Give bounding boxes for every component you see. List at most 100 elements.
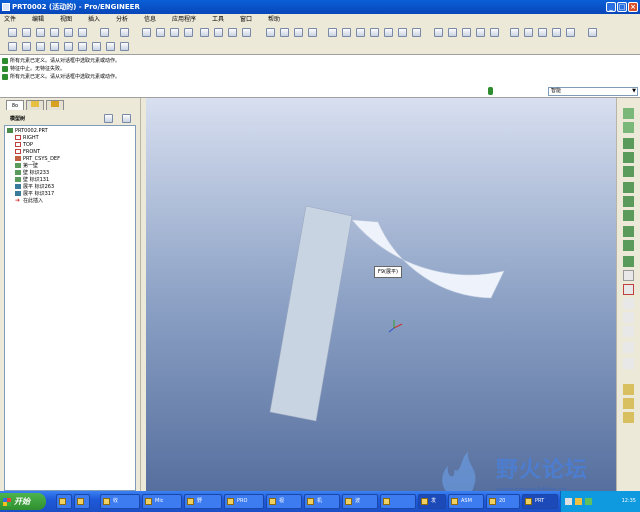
copy-icon[interactable] [156, 28, 165, 37]
view-manager-icon[interactable] [412, 28, 421, 37]
minimize-button[interactable]: _ [606, 2, 616, 12]
quicklaunch-ie[interactable] [56, 494, 72, 509]
extrude-wall-icon[interactable] [50, 42, 59, 51]
sheetmetal-wall-icon[interactable] [8, 42, 17, 51]
paste-icon[interactable] [170, 28, 179, 37]
shading-icon[interactable] [308, 28, 317, 37]
tab-favorites[interactable] [46, 100, 64, 110]
print-icon[interactable] [50, 28, 59, 37]
flat-wall-icon[interactable] [22, 42, 31, 51]
mirror-tool-icon[interactable] [623, 412, 634, 423]
flange-wall-icon[interactable] [36, 42, 45, 51]
hidden-line-icon[interactable] [448, 28, 457, 37]
rip-tool-icon[interactable] [623, 226, 634, 237]
cut-icon[interactable] [142, 28, 151, 37]
context-help-icon[interactable] [588, 28, 597, 37]
csys-tool-icon[interactable] [623, 326, 634, 337]
tree-item-wall-233[interactable]: 壁 标识233 [15, 170, 49, 177]
tree-item-unbend-263[interactable]: 展平 标识263 [15, 184, 54, 191]
datum-axes-icon[interactable] [524, 28, 533, 37]
refit-icon[interactable] [356, 28, 365, 37]
start-button[interactable]: 开始 [0, 493, 46, 510]
select-box-icon[interactable] [242, 28, 251, 37]
tab-folder-browser[interactable] [26, 100, 44, 110]
datum-plane-sketch-icon[interactable] [623, 284, 634, 295]
taskbar-item[interactable] [380, 494, 416, 509]
tray-icon[interactable] [575, 498, 582, 505]
taskbar-item-active[interactable]: PRT [522, 494, 558, 509]
shaded-icon[interactable] [476, 28, 485, 37]
tree-item-csys[interactable]: PRT_CSYS_DEF [15, 156, 60, 163]
menu-tools[interactable]: 工具 [212, 14, 224, 26]
selection-filter[interactable]: 智能 ▼ [548, 87, 638, 96]
tree-item-top[interactable]: TOP [15, 142, 33, 149]
unbend-tool-icon[interactable] [623, 196, 634, 207]
analysis-tool-icon[interactable] [623, 342, 634, 353]
taskbar-item[interactable]: 机 [304, 494, 340, 509]
maximize-button[interactable]: □ [617, 2, 627, 12]
menu-edit[interactable]: 编辑 [32, 14, 44, 26]
menu-insert[interactable]: 插入 [88, 14, 100, 26]
bend-back-tool-icon[interactable] [623, 210, 634, 221]
tray-icon[interactable] [565, 498, 572, 505]
paste-special-icon[interactable] [184, 28, 193, 37]
taskbar-item[interactable]: 视 [266, 494, 302, 509]
convert-icon[interactable] [120, 42, 129, 51]
datum-plane-tool-icon[interactable] [623, 108, 634, 119]
coordinate-systems-icon[interactable] [552, 28, 561, 37]
redo-icon[interactable] [120, 28, 129, 37]
no-hidden-icon[interactable] [462, 28, 471, 37]
tray-icon[interactable] [585, 498, 592, 505]
tree-item-unbend-317[interactable]: 展平 标识317 [15, 191, 54, 198]
zoom-in-icon[interactable] [328, 28, 337, 37]
bend-tool-icon[interactable] [623, 182, 634, 193]
tree-item-wall-131[interactable]: 壁 标识131 [15, 177, 49, 184]
taskbar-item[interactable]: PRO [224, 494, 264, 509]
annotations-icon[interactable] [566, 28, 575, 37]
taskbar-item[interactable]: 收 [100, 494, 140, 509]
flat-pattern-icon[interactable] [106, 42, 115, 51]
tree-item-insert-here[interactable]: ➔ 在此插入 [15, 198, 43, 205]
bend-back-icon[interactable] [92, 42, 101, 51]
taskbar-item[interactable]: 20 [486, 494, 520, 509]
datum-planes-icon[interactable] [510, 28, 519, 37]
wireframe-icon[interactable] [434, 28, 443, 37]
pattern-tool-icon[interactable] [623, 398, 634, 409]
taskbar-item[interactable]: 发 [418, 494, 446, 509]
quicklaunch-desktop[interactable] [74, 494, 90, 509]
menu-help[interactable]: 帮助 [268, 14, 280, 26]
reorient-icon[interactable] [370, 28, 379, 37]
regen-manager-icon[interactable] [214, 28, 223, 37]
enhanced-realism-icon[interactable] [490, 28, 499, 37]
extend-wall-tool-icon[interactable] [623, 166, 634, 177]
saved-views-icon[interactable] [384, 28, 393, 37]
tree-show-icon[interactable] [122, 114, 131, 123]
tree-item-front[interactable]: FRONT [15, 149, 40, 156]
layers-icon[interactable] [398, 28, 407, 37]
save-icon[interactable] [36, 28, 45, 37]
find-icon[interactable] [228, 28, 237, 37]
repaint-icon[interactable] [266, 28, 275, 37]
sketch-tool-icon[interactable] [623, 270, 634, 281]
taskbar-item[interactable]: Mic [142, 494, 182, 509]
spin-center-icon[interactable] [280, 28, 289, 37]
regenerate-icon[interactable] [200, 28, 209, 37]
menu-file[interactable]: 文件 [4, 14, 16, 26]
tree-item-right[interactable]: RIGHT [15, 135, 39, 142]
feature-tool-icon[interactable] [623, 384, 634, 395]
taskbar-item[interactable]: 野 [184, 494, 222, 509]
graphics-window[interactable] [146, 98, 616, 491]
menu-info[interactable]: 信息 [144, 14, 156, 26]
undo-icon[interactable] [100, 28, 109, 37]
email-link-icon[interactable] [78, 28, 87, 37]
datum-points-icon[interactable] [538, 28, 547, 37]
datum-point-tool-icon[interactable] [623, 312, 634, 323]
curve-tool-icon[interactable] [623, 358, 634, 369]
datum-axis-tool-icon[interactable] [623, 122, 634, 133]
menu-view[interactable]: 视图 [60, 14, 72, 26]
tree-item-first-wall[interactable]: 第一壁 [15, 163, 38, 170]
taskbar-item[interactable]: 波 [342, 494, 378, 509]
new-icon[interactable] [8, 28, 17, 37]
flat-pattern-tool-icon[interactable] [623, 256, 634, 267]
menu-window[interactable]: 窗口 [240, 14, 252, 26]
